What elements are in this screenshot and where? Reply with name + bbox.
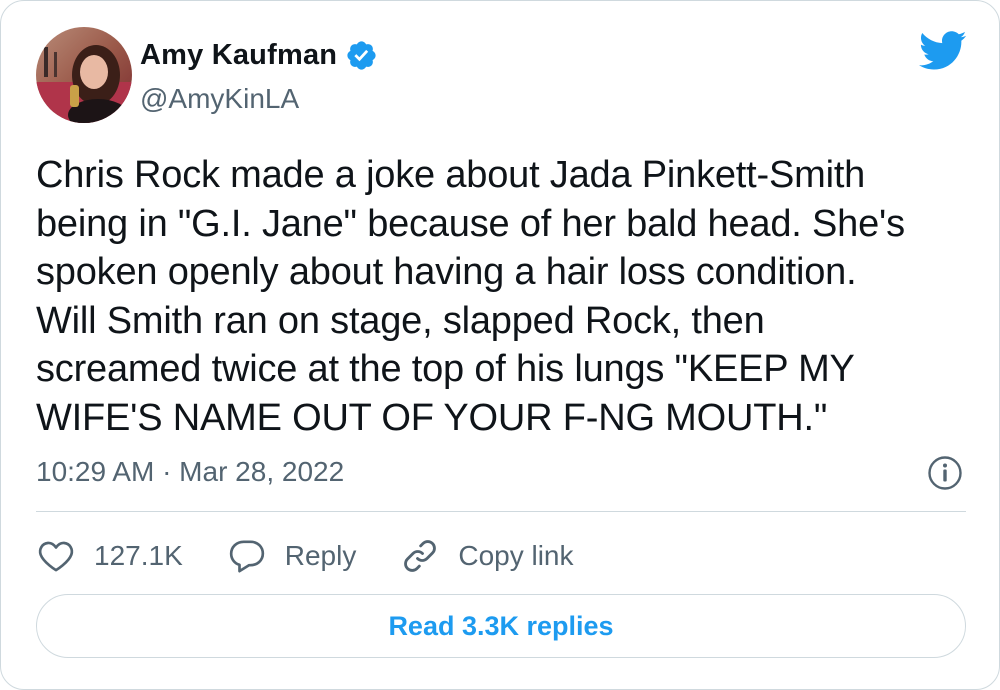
reply-button[interactable]: Reply [227,536,357,576]
info-icon[interactable] [927,455,963,491]
twitter-bird-icon[interactable] [919,31,967,71]
avatar[interactable] [36,27,132,123]
reply-label: Reply [284,540,357,571]
verified-badge-icon [345,39,378,72]
tweet-card: Amy Kaufman @AmyKinLA Chris Rock made a … [0,0,1000,690]
author-handle[interactable]: @AmyKinLA [140,83,299,115]
tweet-text: Chris Rock made a joke about Jada Pinket… [36,154,905,439]
tweet-timestamp[interactable]: 10:29 AM · Mar 28, 2022 [36,456,344,488]
heart-icon [36,536,76,576]
like-count: 127.1K [94,540,183,571]
copy-link-button[interactable]: Copy link [400,536,574,576]
author-display-name[interactable]: Amy Kaufman [140,39,337,72]
copy-link-label: Copy link [458,540,574,571]
link-icon [400,536,440,576]
read-replies-button[interactable]: Read 3.3K replies [36,594,966,658]
like-button[interactable]: 127.1K [36,536,183,576]
tweet-actions-bar: 127.1K Reply Copy link [36,531,618,581]
author-name-row: Amy Kaufman [140,39,378,72]
divider [36,511,966,512]
speech-bubble-icon [227,536,267,576]
